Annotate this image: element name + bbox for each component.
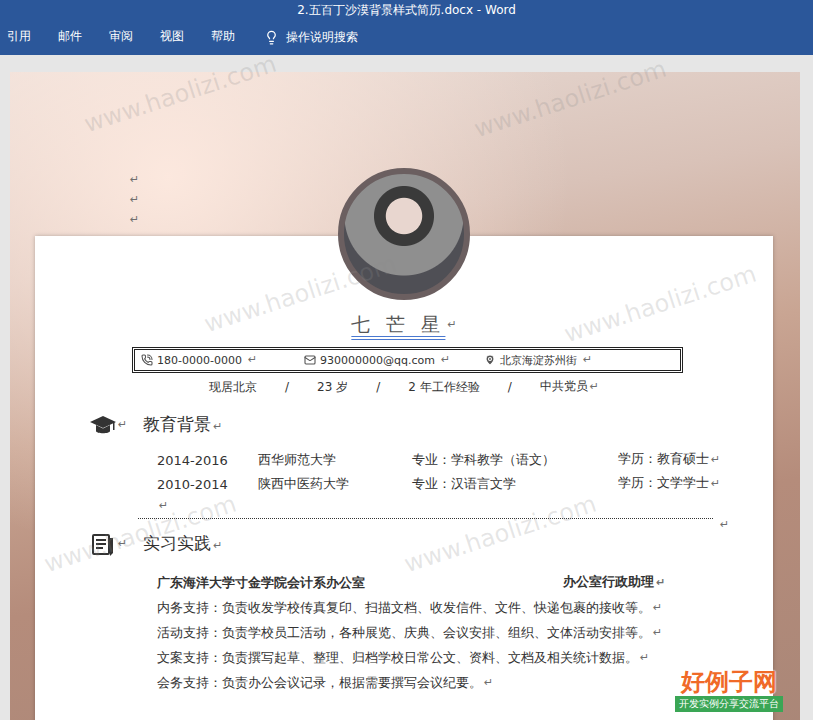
paragraph-mark: ↵ bbox=[447, 315, 456, 335]
practice-item: 活动支持：负责学校员工活动，各种展览、庆典、会议安排、组织、文体活动安排等。↵ bbox=[157, 620, 773, 645]
watermark: www.haolizi.com bbox=[81, 50, 280, 139]
document-page[interactable]: ↵↵↵七 芒 星↵180-0000-0000↵930000000@qq.com↵… bbox=[10, 72, 800, 720]
resume-card: 七 芒 星↵180-0000-0000↵930000000@qq.com↵北京海… bbox=[35, 236, 773, 720]
paragraph-mark: ↵ bbox=[130, 170, 800, 190]
info-item: 中共党员↵ bbox=[540, 377, 599, 397]
watermark: www.haolizi.com bbox=[201, 250, 400, 339]
dotted-divider bbox=[138, 518, 713, 519]
section-title: 实习实践↵ bbox=[143, 532, 222, 556]
document-canvas: ↵↵↵七 芒 星↵180-0000-0000↵930000000@qq.com↵… bbox=[0, 55, 813, 720]
info-item: 现居北京 bbox=[209, 379, 257, 396]
section-header: ↵实习实践↵ bbox=[35, 531, 773, 557]
practice-item: 内务支持：负责收发学校传真复印、扫描文档、收发信件、文件、快递包裹的接收等。↵ bbox=[157, 595, 773, 620]
paragraph-mark: ↵ bbox=[711, 453, 720, 466]
photo-wrap bbox=[35, 168, 773, 300]
education-row: 2010-2014陕西中医药大学专业：汉语言文学学历：文学学士↵ bbox=[157, 472, 773, 496]
paragraph-mark: ↵ bbox=[213, 420, 222, 433]
education-row: 2014-2016西华师范大学专业：学科教学（语文）学历：教育硕士↵ bbox=[157, 448, 773, 472]
site-logo: 好例子网开发实例分享交流平台 bbox=[675, 668, 783, 712]
practice-org-row: 广东海洋大学寸金学院会计系办公室办公室行政助理↵ bbox=[157, 570, 773, 595]
watermark: www.haolizi.com bbox=[471, 55, 670, 144]
paragraph-mark: ↵ bbox=[248, 350, 257, 370]
name-row: 七 芒 星↵ bbox=[35, 310, 773, 340]
word-window: 2.五百丁沙漠背景样式简历.docx - Word引用邮件审阅视图帮助操作说明搜… bbox=[0, 0, 813, 720]
paragraph-mark: ↵ bbox=[640, 648, 649, 668]
watermark: www.haolizi.com bbox=[401, 490, 600, 579]
watermark: www.haolizi.com bbox=[561, 260, 760, 349]
paragraph-mark: ↵ bbox=[130, 190, 800, 210]
paragraph-mark: ↵ bbox=[118, 534, 127, 554]
mail-icon bbox=[304, 354, 316, 366]
location-icon bbox=[484, 354, 496, 366]
paragraph-mark: ↵ bbox=[720, 515, 729, 535]
lightbulb-icon bbox=[264, 30, 279, 45]
practice-item: 文案支持：负责撰写起草、整理、归档学校日常公文、资料、文档及相关统计数据。↵ bbox=[157, 645, 773, 670]
phone-icon bbox=[141, 354, 153, 366]
paragraph-mark: ↵ bbox=[656, 576, 665, 589]
paragraph-mark: ↵ bbox=[590, 380, 599, 393]
paragraph-mark: ↵ bbox=[653, 623, 662, 643]
ribbon-tab[interactable]: 视图 bbox=[160, 26, 211, 49]
contact-item: 180-0000-0000↵ bbox=[141, 350, 304, 370]
title-bar: 2.五百丁沙漠背景样式简历.docx - Word bbox=[0, 0, 813, 20]
paragraph-mark: ↵ bbox=[583, 350, 592, 370]
paragraph-mark: ↵ bbox=[213, 539, 222, 552]
ribbon-tab[interactable]: 审阅 bbox=[109, 26, 160, 49]
info-row: 现居北京 / 23 岁 / 2 年工作经验 / 中共党员↵ bbox=[35, 377, 773, 397]
empty-paragraph: ↵ bbox=[35, 519, 773, 531]
paragraph-mark: ↵ bbox=[711, 477, 720, 490]
tell-me-search[interactable]: 操作说明搜索 bbox=[264, 29, 358, 46]
ribbon-tab[interactable]: 邮件 bbox=[58, 26, 109, 49]
paragraph-mark: ↵ bbox=[441, 350, 450, 370]
paragraph-mark: ↵ bbox=[484, 673, 493, 693]
profile-photo bbox=[338, 168, 470, 300]
section-title: 教育背景↵ bbox=[143, 413, 222, 437]
info-item: 23 岁 bbox=[317, 379, 348, 396]
ribbon-tab[interactable]: 引用 bbox=[7, 26, 58, 49]
contact-box: 180-0000-0000↵930000000@qq.com↵北京海淀苏州街↵ bbox=[132, 347, 683, 373]
paragraph-mark: ↵ bbox=[118, 415, 127, 435]
paragraph-mark: ↵ bbox=[159, 496, 168, 516]
watermark: www.haolizi.com bbox=[41, 490, 240, 579]
practice-item: 会务支持：负责办公会议记录，根据需要撰写会议纪要。↵ bbox=[157, 670, 773, 695]
paragraph-mark: ↵ bbox=[653, 598, 662, 618]
name: 七 芒 星 bbox=[351, 312, 445, 338]
info-separator: / bbox=[508, 380, 512, 394]
section-header: ↵教育背景↵ bbox=[35, 412, 773, 438]
contact-item: 930000000@qq.com↵ bbox=[304, 350, 484, 370]
info-separator: / bbox=[376, 380, 380, 394]
ribbon-tab[interactable]: 帮助 bbox=[211, 26, 262, 49]
empty-paragraph: ↵ bbox=[157, 496, 773, 516]
ribbon-tabs: 引用邮件审阅视图帮助操作说明搜索 bbox=[0, 20, 813, 55]
notebook-icon bbox=[90, 532, 116, 556]
contact-item: 北京海淀苏州街↵ bbox=[484, 350, 674, 370]
graduation-cap-icon bbox=[90, 413, 116, 437]
info-item: 2 年工作经验 bbox=[408, 379, 479, 396]
info-separator: / bbox=[285, 380, 289, 394]
